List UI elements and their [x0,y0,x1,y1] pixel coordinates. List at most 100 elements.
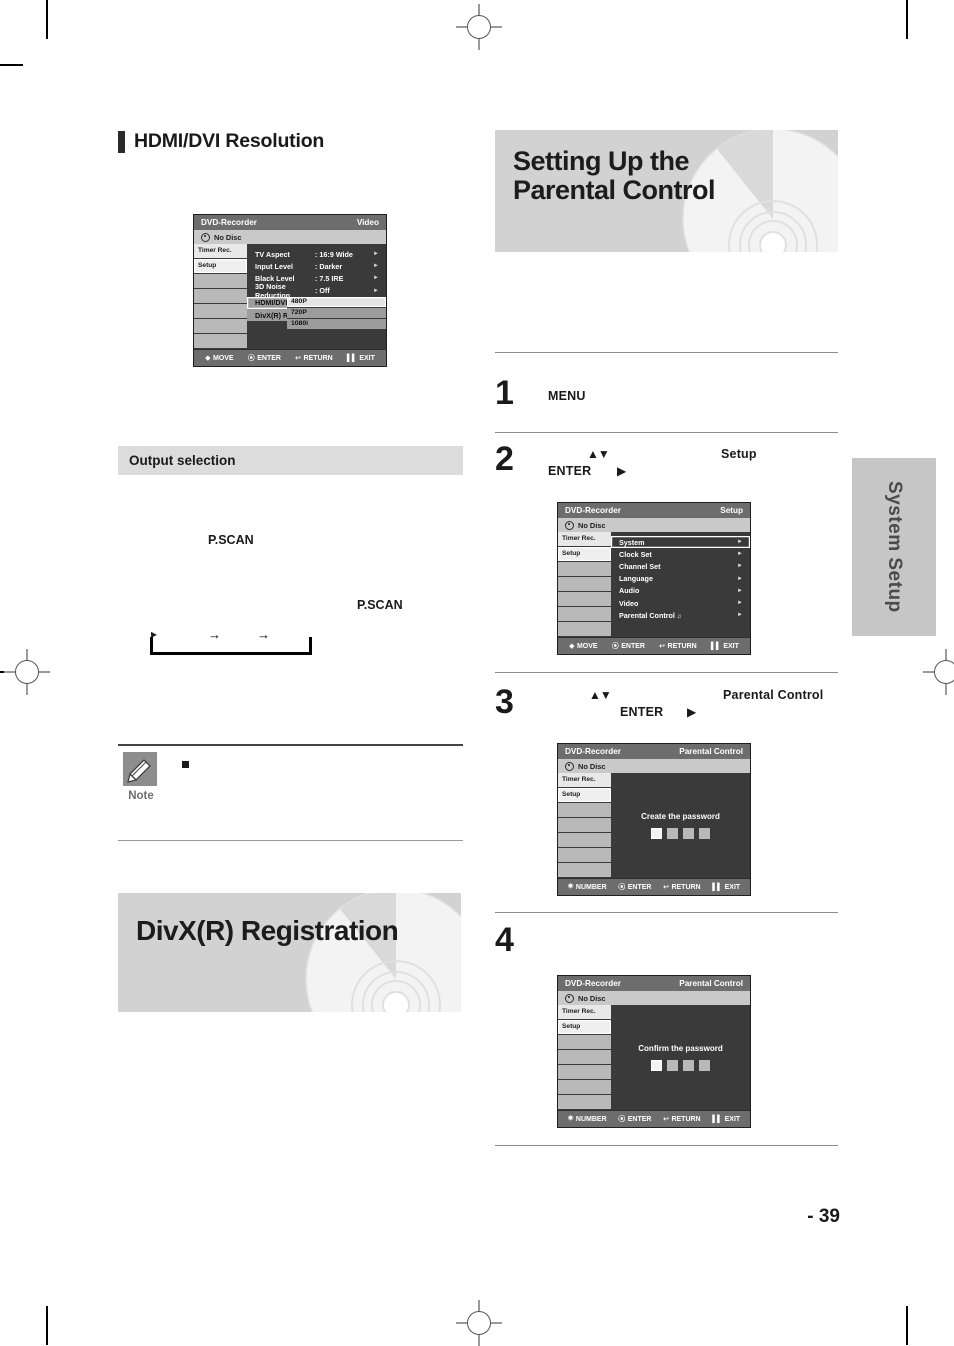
step-divider [495,352,838,353]
osd-body: Timer Rec. Setup Confirm the password [558,1005,750,1110]
osd-sidebar-blank [558,818,611,833]
updown-arrow-icon: ▲▼ [589,688,612,702]
cycle-loop-bracket [150,637,312,655]
osd-footer-return: ↩ RETURN [295,354,333,363]
osd-menu-row[interactable]: 3D Noise Reduction : Off ► [247,282,386,300]
osd-sidebar-item-setup[interactable]: Setup [558,788,611,803]
osd-device-label: DVD-Recorder [565,747,621,756]
osd-menu-value: : 16:9 Wide [315,249,353,259]
osd-sidebar-label: Timer Rec. [562,534,596,542]
osd-body: Timer Rec. Setup Create the password [558,773,750,878]
password-digit-2[interactable] [667,828,678,839]
osd-sidebar: Timer Rec. Setup [558,1005,611,1110]
osd-footer-enter: ⦿ ENTER [611,642,645,651]
osd-disc-label: No Disc [578,761,606,771]
osd-menu-row[interactable]: TV Aspect : 16:9 Wide ► [247,248,386,260]
chevron-right-icon: ► [737,600,743,607]
registration-mark-top [456,4,502,50]
osd-menu-item-video[interactable]: Video ► [611,597,750,609]
password-digit-4[interactable] [699,1060,710,1071]
chevron-right-icon: ► [737,551,743,558]
dropdown-option-480p[interactable]: 480P [287,296,386,308]
osd-menu-item-parental-control[interactable]: Parental Control ♫ ► [611,609,750,621]
osd-sidebar: Timer Rec. Setup [558,532,611,637]
osd-sidebar-label: Timer Rec. [562,1007,596,1015]
osd-sidebar: Timer Rec. Setup [558,773,611,878]
osd-menu-item-audio[interactable]: Audio ► [611,585,750,597]
osd-title-bar: DVD-Recorder Parental Control [558,744,750,759]
osd-mode-label: Video [356,218,379,227]
step-number: 3 [495,683,514,721]
password-digit-1[interactable] [651,828,662,839]
osd-device-label: DVD-Recorder [565,506,621,515]
osd-menu-item-system[interactable]: System ► [611,536,750,548]
osd-footer-return: ↩ RETURN [663,883,701,892]
osd-disc-status: No Disc [558,759,750,773]
osd-footer-enter: ⦿ ENTER [618,1115,652,1124]
chevron-right-icon: ► [737,563,743,570]
dropdown-option-720p[interactable]: 720P [287,307,386,319]
osd-footer-exit: ▌▌ EXIT [710,642,739,650]
step-keyword-parental-control: Parental Control [723,688,824,702]
crop-mark-bottom-right-v [906,1306,908,1345]
osd-sidebar-label: Timer Rec. [562,775,596,783]
osd-menu-panel: System ► Clock Set ► Channel Set ► Langu… [611,532,750,637]
output-selection-band: Output selection [118,446,463,475]
osd-sidebar-item-setup[interactable]: Setup [558,1020,611,1035]
banner-title: DivX(R) Registration [136,915,399,946]
osd-menu-row[interactable]: Input Level : Darker ► [247,260,386,272]
osd-menu-value: : Darker [315,261,343,271]
osd-footer-return: ↩ RETURN [663,1115,701,1124]
password-digit-3[interactable] [683,828,694,839]
step-divider [495,912,838,913]
step-keyword-setup: Setup [721,447,757,461]
osd-sidebar-item-setup[interactable]: Setup [558,547,611,562]
osd-sidebar-label: Setup [562,790,581,798]
osd-sidebar-item-timer-rec[interactable]: Timer Rec. [558,532,611,547]
osd-mode-label: Parental Control [679,979,743,988]
password-prompt: Confirm the password [638,1044,723,1053]
osd-footer-enter: ⦿ ENTER [247,354,281,363]
password-digit-4[interactable] [699,828,710,839]
osd-menu-label: System [619,537,645,547]
cycle-arrow-1: → [208,627,221,642]
osd-menu-item-language[interactable]: Language ► [611,573,750,585]
osd-sidebar-item-timer-rec[interactable]: Timer Rec. [194,244,247,259]
osd-setup-menu: DVD-Recorder Setup No Disc Timer Rec. Se… [557,502,751,655]
osd-footer: ⎈ NUMBER ⦿ ENTER ↩ RETURN ▌▌ EXIT [558,878,750,895]
osd-sidebar-blank [558,833,611,848]
osd-menu-item-clock-set[interactable]: Clock Set ► [611,548,750,560]
osd-sidebar-item-timer-rec[interactable]: Timer Rec. [558,1005,611,1020]
crop-mark-top-left-v [46,0,48,39]
dropdown-option-1080i[interactable]: 1080i [287,318,386,331]
osd-menu-label: TV Aspect [255,249,290,259]
heading-accent-bar [118,130,125,153]
osd-title-bar: DVD-Recorder Video [194,215,386,230]
right-arrow-icon: ▶ [687,705,696,719]
section-heading-hdmi: HDMI/DVI Resolution [118,130,463,153]
step-keyword-enter: ENTER [548,464,592,478]
password-digit-3[interactable] [683,1060,694,1071]
osd-menu-panel: TV Aspect : 16:9 Wide ► Input Level : Da… [247,244,386,349]
osd-footer-move: ◆ MOVE [205,354,234,363]
step-4: 4 [495,923,838,965]
osd-resolution-dropdown[interactable]: 480P 720P 1080i [287,296,386,331]
osd-sidebar-item-setup[interactable]: Setup [194,259,247,274]
chevron-right-icon: ► [737,587,743,594]
page-number: - 39 [807,1206,840,1227]
osd-sidebar-item-timer-rec[interactable]: Timer Rec. [558,773,611,788]
left-column: HDMI/DVI Resolution DVD-Recorder Video N… [118,130,463,1012]
password-digit-boxes[interactable] [651,828,710,839]
password-digit-1[interactable] [651,1060,662,1071]
osd-footer-exit: ▌▌ EXIT [712,883,741,891]
osd-menu-label: Video [619,598,639,608]
osd-menu-item-channel-set[interactable]: Channel Set ► [611,560,750,572]
disc-icon [565,993,574,1003]
password-digit-boxes[interactable] [651,1060,710,1071]
step-divider [495,432,838,433]
disc-icon [565,761,574,771]
step-number: 1 [495,374,514,412]
osd-disc-status: No Disc [558,991,750,1005]
osd-device-label: DVD-Recorder [565,979,621,988]
password-digit-2[interactable] [667,1060,678,1071]
